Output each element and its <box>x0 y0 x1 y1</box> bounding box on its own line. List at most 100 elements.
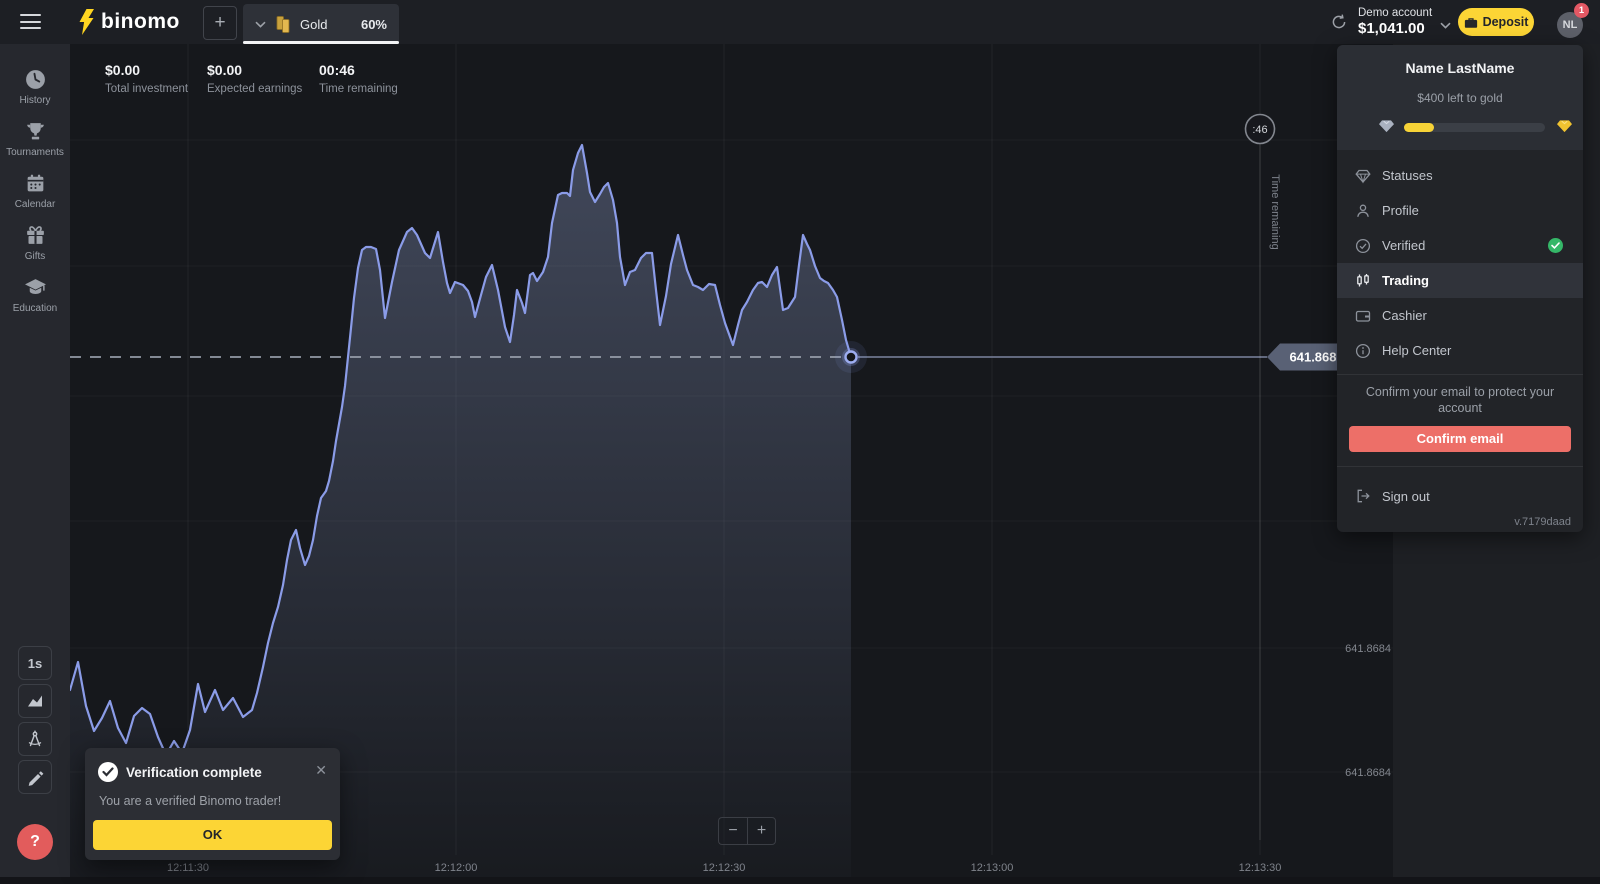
zoom-out-button[interactable]: − <box>718 817 747 845</box>
status-progress-fill <box>1404 123 1434 132</box>
indicators-button[interactable] <box>18 722 52 756</box>
time-remaining-value: 00:46 <box>319 62 398 80</box>
account-switcher[interactable]: Demo account $1,041.00 <box>1330 0 1451 44</box>
confirm-email-note: Confirm your email to protect your accou… <box>1337 384 1583 417</box>
asset-tab-gold[interactable]: Gold 60% <box>243 4 399 44</box>
left-sidebar: History Tournaments Calendar <box>0 44 70 877</box>
status-progress-text: $400 left to gold <box>1337 91 1583 105</box>
candlestick-icon <box>1355 273 1371 289</box>
verification-toast: Verification complete ✕ You are a verifi… <box>85 748 340 860</box>
deposit-button[interactable]: Deposit <box>1458 8 1534 36</box>
person-icon <box>1355 203 1371 219</box>
sidebar-item-education[interactable]: Education <box>0 276 70 314</box>
notification-count-badge: 1 <box>1574 3 1589 18</box>
gem-icon <box>1355 168 1371 184</box>
sidebar-item-label: Education <box>13 303 57 314</box>
user-name: Name LastName <box>1337 60 1583 76</box>
silver-gem-icon <box>1379 119 1394 133</box>
close-icon[interactable]: ✕ <box>315 762 327 779</box>
menu-item-help-center[interactable]: Help Center <box>1337 333 1583 368</box>
lightning-bolt-icon <box>78 9 95 35</box>
price-tag-text: 641.868 <box>1290 350 1337 365</box>
verified-badge-icon <box>1548 238 1563 253</box>
sidebar-item-history[interactable]: History <box>0 68 70 106</box>
stat-total-investment: $0.00 Total investment <box>105 62 188 96</box>
account-type-label: Demo account <box>1358 7 1432 20</box>
briefcase-icon <box>1464 16 1478 29</box>
sidebar-item-tournaments[interactable]: Tournaments <box>0 120 70 158</box>
user-menu: Name LastName $400 left to gold Statuses <box>1337 45 1583 532</box>
ok-button[interactable]: OK <box>93 820 332 850</box>
chart-zoom-controls: − + <box>718 817 776 845</box>
user-menu-header: Name LastName $400 left to gold <box>1337 45 1583 150</box>
interval-button[interactable]: 1s <box>18 646 52 680</box>
sidebar-item-gifts[interactable]: Gifts <box>0 224 70 262</box>
clock-icon <box>24 68 47 91</box>
menu-item-label: Help Center <box>1382 343 1451 358</box>
binomo-trading-screen: 12:11:3012:12:0012:12:3012:13:0012:13:30… <box>0 0 1600 884</box>
menu-item-cashier[interactable]: Cashier <box>1337 298 1583 333</box>
menu-item-profile[interactable]: Profile <box>1337 193 1583 228</box>
timer-axis-label: Time remaining <box>1269 174 1281 249</box>
price-axis-label: 641.8684 <box>1345 767 1391 779</box>
app-version: v.7179daad <box>1337 516 1583 528</box>
toast-body: You are a verified Binomo trader! <box>99 794 281 808</box>
sidebar-item-label: History <box>19 95 50 106</box>
sidebar-item-calendar[interactable]: Calendar <box>0 172 70 210</box>
zoom-in-button[interactable]: + <box>747 817 776 845</box>
menu-item-verified[interactable]: Verified <box>1337 228 1583 263</box>
sign-out-icon <box>1355 488 1371 504</box>
menu-item-trading[interactable]: Trading <box>1337 263 1583 298</box>
sign-out-label: Sign out <box>1382 489 1430 504</box>
add-asset-tab-button[interactable]: + <box>203 6 237 40</box>
status-progress-bar <box>1404 123 1545 132</box>
sidebar-item-label: Gifts <box>25 251 46 262</box>
menu-item-label: Trading <box>1382 273 1429 288</box>
total-investment-value: $0.00 <box>105 62 188 80</box>
expected-earnings-label: Expected earnings <box>207 82 302 96</box>
calendar-icon <box>24 172 47 195</box>
user-menu-list: Statuses Profile Verified <box>1337 150 1583 368</box>
switch-account-icon <box>1330 13 1348 31</box>
price-axis-label: 641.8684 <box>1345 643 1391 655</box>
wallet-icon <box>1355 308 1371 324</box>
chart-type-button[interactable] <box>18 684 52 718</box>
area-chart-icon <box>25 691 45 711</box>
time-remaining-label: Time remaining <box>319 82 398 96</box>
stat-time-remaining: 00:46 Time remaining <box>319 62 398 96</box>
pencil-icon <box>25 767 45 787</box>
sidebar-item-label: Calendar <box>15 199 56 210</box>
menu-item-statuses[interactable]: Statuses <box>1337 158 1583 193</box>
timer-value: :46 <box>1252 124 1267 136</box>
graduation-cap-icon <box>24 276 47 299</box>
deposit-label: Deposit <box>1483 15 1529 29</box>
info-icon <box>1355 343 1371 359</box>
help-button[interactable]: ? <box>17 824 53 860</box>
menu-item-label: Verified <box>1382 238 1425 253</box>
drawing-tools-button[interactable] <box>18 760 52 794</box>
binomo-logo: binomo <box>78 9 180 35</box>
check-circle-icon <box>1355 238 1371 254</box>
check-circle-icon <box>98 762 118 782</box>
menu-item-label: Cashier <box>1382 308 1427 323</box>
chevron-down-icon <box>1440 22 1451 29</box>
hamburger-menu-icon[interactable] <box>20 14 41 30</box>
total-investment-label: Total investment <box>105 82 188 96</box>
stat-expected-earnings: $0.00 Expected earnings <box>207 62 302 96</box>
compass-icon <box>25 729 45 749</box>
gold-gem-icon <box>1557 119 1572 133</box>
sidebar-item-label: Tournaments <box>6 147 64 158</box>
top-bar: binomo + Gold 60% Demo account $1,041.00 <box>0 0 1600 44</box>
time-axis-label: 12:13:00 <box>971 862 1014 874</box>
divider <box>1337 466 1583 467</box>
account-balance: $1,041.00 <box>1358 20 1432 37</box>
divider <box>1337 374 1583 375</box>
gift-icon <box>24 224 47 247</box>
confirm-email-button[interactable]: Confirm email <box>1349 426 1571 452</box>
time-axis-label: 12:13:30 <box>1239 862 1282 874</box>
asset-name: Gold <box>300 17 327 32</box>
sign-out-button[interactable]: Sign out <box>1337 479 1583 514</box>
bottom-edge <box>0 877 1600 884</box>
gold-bars-icon <box>274 15 292 34</box>
toast-title: Verification complete <box>126 765 262 780</box>
